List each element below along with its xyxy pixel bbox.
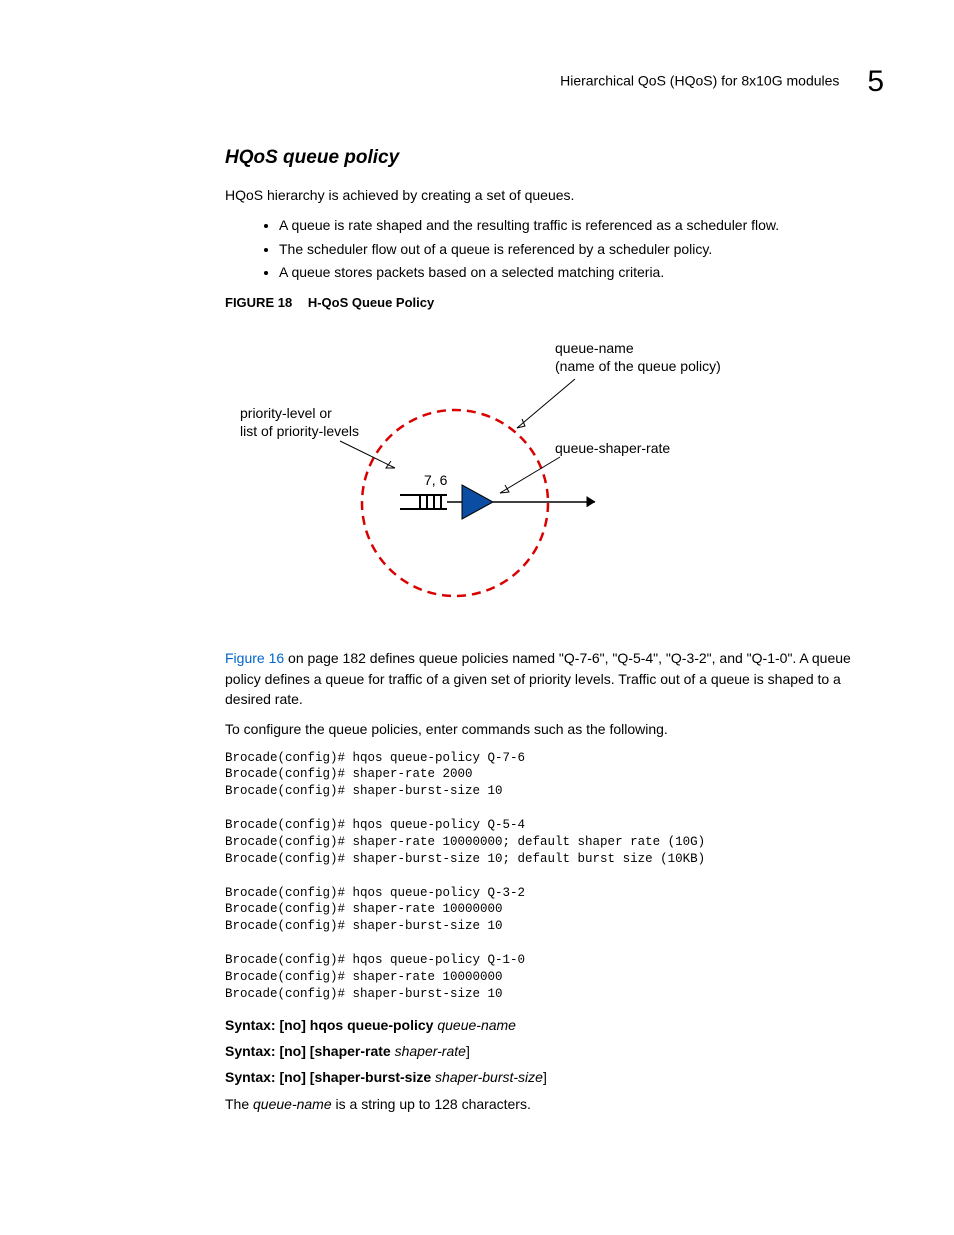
syntax-close: ]: [543, 1069, 547, 1085]
figure-diagram: queue-name (name of the queue policy) pr…: [225, 323, 854, 628]
syntax-close: ]: [466, 1043, 470, 1059]
diagram-svg: queue-name (name of the queue policy) pr…: [225, 323, 745, 623]
intro-paragraph: HQoS hierarchy is achieved by creating a…: [225, 185, 854, 205]
after-figure-paragraph: Figure 16 on page 182 defines queue poli…: [225, 648, 854, 709]
content: HQoS queue policy HQoS hierarchy is achi…: [225, 144, 854, 1114]
syntax-line-3: Syntax: [no] [shaper-burst-size shaper-b…: [225, 1067, 854, 1087]
figure-link[interactable]: Figure 16: [225, 650, 284, 666]
label-queue-name-1: queue-name: [555, 340, 634, 356]
shaper-triangle-icon: [462, 485, 493, 519]
header-title: Hierarchical QoS (HQoS) for 8x10G module…: [560, 72, 839, 88]
arrow-line: [340, 441, 395, 468]
footer-post: is a string up to 128 characters.: [332, 1096, 531, 1112]
syntax-ital: shaper-rate: [395, 1043, 466, 1059]
arrow-line: [517, 379, 575, 428]
list-item: The scheduler flow out of a queue is ref…: [279, 239, 854, 259]
page-header: Hierarchical QoS (HQoS) for 8x10G module…: [70, 60, 884, 104]
page-number: 5: [867, 65, 884, 98]
syntax-bold: Syntax: [no] [shaper-rate: [225, 1043, 395, 1059]
footer-ital: queue-name: [253, 1096, 332, 1112]
syntax-bold: Syntax: [no] hqos queue-policy: [225, 1017, 437, 1033]
section-title: HQoS queue policy: [225, 144, 854, 172]
figure-caption: FIGURE 18 H-QoS Queue Policy: [225, 294, 854, 313]
dashed-circle-icon: [362, 410, 548, 596]
syntax-ital: queue-name: [437, 1017, 516, 1033]
label-queue-name-2: (name of the queue policy): [555, 358, 721, 374]
label-priority-1: priority-level or: [240, 405, 332, 421]
figure-title: H-QoS Queue Policy: [308, 295, 434, 310]
syntax-bold: Syntax: [no] [shaper-burst-size: [225, 1069, 435, 1085]
footer-pre: The: [225, 1096, 253, 1112]
syntax-ital: shaper-burst-size: [435, 1069, 543, 1085]
config-intro: To configure the queue policies, enter c…: [225, 719, 854, 739]
list-item: A queue stores packets based on a select…: [279, 262, 854, 282]
output-arrowhead-icon: [587, 497, 595, 507]
syntax-line-1: Syntax: [no] hqos queue-policy queue-nam…: [225, 1015, 854, 1035]
label-priority-2: list of priority-levels: [240, 423, 359, 439]
queue-icon: [400, 495, 447, 509]
syntax-line-2: Syntax: [no] [shaper-rate shaper-rate]: [225, 1041, 854, 1061]
list-item: A queue is rate shaped and the resulting…: [279, 215, 854, 235]
figure-label: FIGURE 18: [225, 295, 292, 310]
label-shaper: queue-shaper-rate: [555, 440, 670, 456]
arrow-line: [500, 457, 560, 493]
code-block: Brocade(config)# hqos queue-policy Q-7-6…: [225, 750, 854, 1003]
footer-paragraph: The queue-name is a string up to 128 cha…: [225, 1094, 854, 1114]
after-figure-text: on page 182 defines queue policies named…: [225, 650, 851, 707]
bullet-list: A queue is rate shaped and the resulting…: [225, 215, 854, 282]
label-center: 7, 6: [424, 472, 448, 488]
